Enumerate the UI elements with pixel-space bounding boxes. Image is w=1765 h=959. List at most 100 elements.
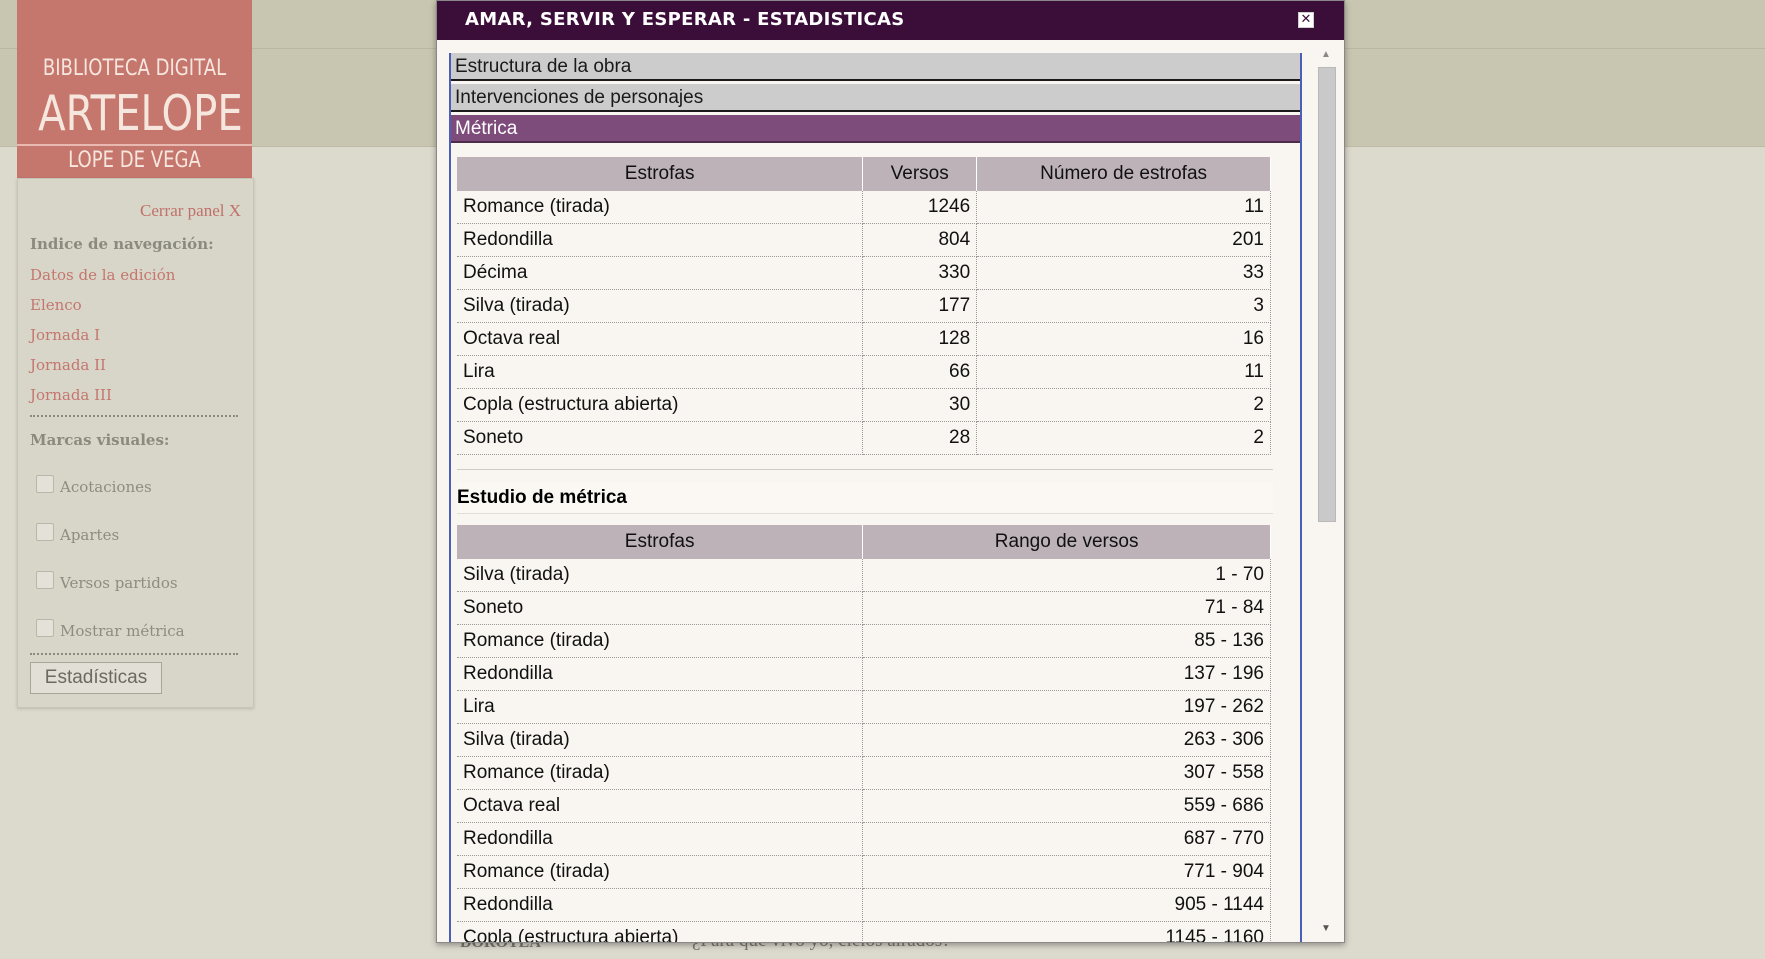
- table-cell: Silva (tirada): [457, 559, 864, 592]
- site-logo[interactable]: BIBLIOTECA DIGITAL ARTELOPE LOPE DE VEGA: [17, 0, 252, 178]
- column-header: Versos: [862, 157, 978, 191]
- table-cell: 85 - 136: [862, 624, 1271, 658]
- nav-item-jornada-2[interactable]: Jornada II: [30, 356, 106, 374]
- nav-heading: Indice de navegación:: [30, 235, 214, 253]
- scrollbar-thumb[interactable]: [1318, 67, 1336, 522]
- statistics-dialog: AMAR, SERVIR Y ESPERAR - ESTADISTICAS ✕ …: [436, 0, 1345, 943]
- logo-line-2: ARTELOPE: [38, 85, 243, 142]
- table-row: Redondilla 687 - 770: [457, 822, 1271, 856]
- apartes-label: Apartes: [60, 526, 120, 544]
- marks-heading: Marcas visuales:: [30, 431, 170, 449]
- table-cell: Lira: [457, 690, 864, 724]
- column-header: Estrofas: [457, 157, 864, 191]
- table-row: Romance (tirada) 1246 11: [457, 191, 1271, 224]
- accordion-estructura[interactable]: Estructura de la obra: [451, 53, 1300, 81]
- table-cell: 30: [862, 388, 978, 422]
- table-cell: 3: [976, 289, 1271, 323]
- table-row: Octava real 559 - 686: [457, 789, 1271, 823]
- table-cell: Octava real: [457, 322, 864, 356]
- dialog-scrollbar[interactable]: ▲ ▼: [1314, 47, 1336, 937]
- table-cell: 905 - 1144: [862, 888, 1271, 922]
- table-row: Romance (tirada) 85 - 136: [457, 624, 1271, 658]
- table-cell: 2: [976, 388, 1271, 422]
- nav-item-jornada-1[interactable]: Jornada I: [30, 326, 100, 344]
- apartes-checkbox[interactable]: [36, 523, 54, 541]
- table-cell: 16: [976, 322, 1271, 356]
- table-cell: 263 - 306: [862, 723, 1271, 757]
- study-title: Estudio de métrica: [457, 487, 627, 508]
- metric-summary-table: Estrofas Versos Número de estrofas Roman…: [457, 157, 1271, 455]
- table-row: Redondilla 137 - 196: [457, 657, 1271, 691]
- mostrar-metrica-label: Mostrar métrica: [60, 622, 185, 640]
- table-header-row: Estrofas Rango de versos: [457, 525, 1271, 559]
- accordion-intervenciones[interactable]: Intervenciones de personajes: [451, 84, 1300, 112]
- table-cell: Décima: [457, 256, 864, 290]
- table-cell: Romance (tirada): [457, 624, 864, 658]
- acotaciones-label: Acotaciones: [60, 478, 152, 496]
- table-cell: 1145 - 1160: [862, 921, 1271, 942]
- table-row: Décima 330 33: [457, 256, 1271, 290]
- table-cell: 28: [862, 421, 978, 455]
- side-panel: Cerrar panel X Indice de navegación: Dat…: [17, 178, 254, 708]
- table-row: Octava real 128 16: [457, 322, 1271, 356]
- table-cell: 687 - 770: [862, 822, 1271, 856]
- table-cell: 11: [976, 191, 1271, 224]
- table-cell: 804: [862, 223, 978, 257]
- table-cell: 33: [976, 256, 1271, 290]
- table-row: Silva (tirada) 177 3: [457, 289, 1271, 323]
- versos-partidos-checkbox[interactable]: [36, 571, 54, 589]
- table-cell: Redondilla: [457, 822, 864, 856]
- scroll-up-icon[interactable]: ▲: [1321, 49, 1331, 60]
- table-cell: Soneto: [457, 591, 864, 625]
- table-cell: 66: [862, 355, 978, 389]
- table-row: Soneto 28 2: [457, 421, 1271, 455]
- table-cell: Redondilla: [457, 657, 864, 691]
- table-cell: Soneto: [457, 421, 864, 455]
- mostrar-metrica-checkbox[interactable]: [36, 619, 54, 637]
- table-row: Lira 197 - 262: [457, 690, 1271, 724]
- table-cell: 330: [862, 256, 978, 290]
- accordion-metrica[interactable]: Métrica: [451, 115, 1300, 143]
- column-header: Número de estrofas: [976, 157, 1271, 191]
- estadisticas-button[interactable]: Estadísticas: [30, 662, 162, 694]
- table-cell: Redondilla: [457, 888, 864, 922]
- close-icon[interactable]: ✕: [1298, 12, 1314, 28]
- table-row: Redondilla 804 201: [457, 223, 1271, 257]
- scroll-down-icon[interactable]: ▼: [1321, 923, 1331, 934]
- logo-line-3: LOPE DE VEGA: [68, 148, 201, 173]
- table-cell: 2: [976, 421, 1271, 455]
- table-header-row: Estrofas Versos Número de estrofas: [457, 157, 1271, 191]
- table-cell: Lira: [457, 355, 864, 389]
- table-cell: 197 - 262: [862, 690, 1271, 724]
- table-row: Copla (estructura abierta) 30 2: [457, 388, 1271, 422]
- table-cell: 177: [862, 289, 978, 323]
- panel-divider: [30, 415, 238, 417]
- table-cell: Redondilla: [457, 223, 864, 257]
- table-row: Silva (tirada) 263 - 306: [457, 723, 1271, 757]
- acotaciones-checkbox[interactable]: [36, 475, 54, 493]
- table-row: Lira 66 11: [457, 355, 1271, 389]
- table-cell: 137 - 196: [862, 657, 1271, 691]
- table-cell: Romance (tirada): [457, 855, 864, 889]
- nav-item-elenco[interactable]: Elenco: [30, 296, 82, 314]
- close-panel-link[interactable]: Cerrar panel X: [140, 201, 241, 221]
- dialog-titlebar[interactable]: AMAR, SERVIR Y ESPERAR - ESTADISTICAS ✕: [437, 1, 1344, 40]
- table-row: Romance (tirada) 307 - 558: [457, 756, 1271, 790]
- versos-partidos-label: Versos partidos: [60, 574, 178, 592]
- logo-line-1: BIBLIOTECA DIGITAL: [42, 56, 227, 81]
- table-cell: 1246: [862, 191, 978, 224]
- table-cell: Romance (tirada): [457, 191, 864, 224]
- section-divider: [457, 469, 1273, 470]
- table-row: Romance (tirada) 771 - 904: [457, 855, 1271, 889]
- table-row: Redondilla 905 - 1144: [457, 888, 1271, 922]
- table-row: Silva (tirada) 1 - 70: [457, 559, 1271, 592]
- table-row: Copla (estructura abierta) 1145 - 1160: [457, 921, 1271, 942]
- nav-item-datos[interactable]: Datos de la edición: [30, 266, 175, 284]
- table-cell: Silva (tirada): [457, 289, 864, 323]
- dialog-title: AMAR, SERVIR Y ESPERAR - ESTADISTICAS: [465, 9, 905, 30]
- table-cell: 559 - 686: [862, 789, 1271, 823]
- table-cell: 771 - 904: [862, 855, 1271, 889]
- nav-item-jornada-3[interactable]: Jornada III: [30, 386, 112, 404]
- table-cell: 201: [976, 223, 1271, 257]
- dialog-content: Estructura de la obra Intervenciones de …: [449, 53, 1302, 942]
